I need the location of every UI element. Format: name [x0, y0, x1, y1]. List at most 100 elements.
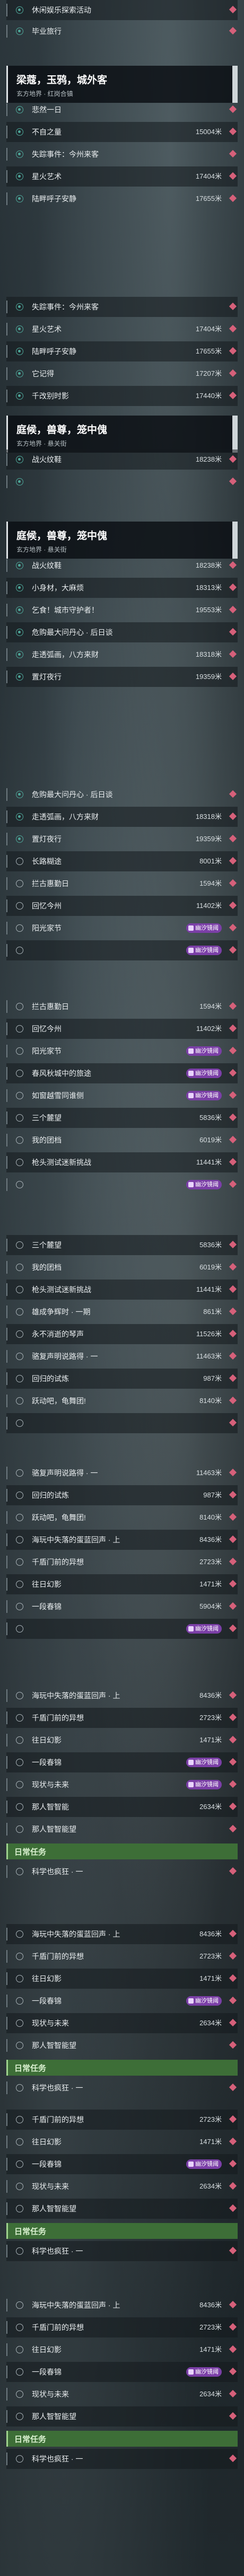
quest-row[interactable]: 三个麓望 5836米	[6, 1108, 238, 1128]
quest-row[interactable]	[6, 472, 238, 492]
quest-row[interactable]: 置灯夜行 19359米	[6, 829, 238, 849]
quest-row[interactable]: 危购最大问丹心 · 后日谈	[6, 784, 238, 805]
diamond-icon[interactable]	[229, 302, 237, 311]
quest-row[interactable]: 雄成争辉时 · 一期 861米	[6, 1302, 238, 1322]
quest-row[interactable]: 乞食！城市守护者！ 19553米	[6, 600, 238, 620]
diamond-icon[interactable]	[229, 1135, 237, 1144]
diamond-icon[interactable]	[229, 1802, 237, 1811]
diamond-icon[interactable]	[229, 650, 237, 658]
diamond-icon[interactable]	[229, 1735, 237, 1744]
quest-row[interactable]: 星火艺术 17404米	[6, 166, 238, 187]
diamond-icon[interactable]	[229, 105, 237, 113]
diamond-icon[interactable]	[229, 790, 237, 798]
quest-row[interactable]: 现状与未来 2634米	[6, 2013, 238, 2033]
diamond-icon[interactable]	[229, 857, 237, 865]
diamond-icon[interactable]	[229, 879, 237, 887]
diamond-icon[interactable]	[229, 5, 237, 14]
diamond-icon[interactable]	[229, 2367, 237, 2376]
diamond-icon[interactable]	[229, 1867, 237, 1875]
diamond-icon[interactable]	[229, 2412, 237, 2420]
quest-row[interactable]: 那人智智能望	[6, 2406, 238, 2427]
quest-row[interactable]: 现状与未来 幽汐镜阈	[6, 1775, 238, 1795]
diamond-icon[interactable]	[229, 2323, 237, 2331]
diamond-icon[interactable]	[229, 946, 237, 954]
diamond-icon[interactable]	[229, 2041, 237, 2049]
quest-row[interactable]: 千改别时影 17440米	[6, 386, 238, 406]
quest-row[interactable]: 往日幻影 1471米	[6, 1574, 238, 1594]
quest-row[interactable]: 悲然一日	[6, 100, 238, 120]
quest-row[interactable]: 一段春锦 幽汐镜阈	[6, 2362, 238, 2382]
quest-row[interactable]	[6, 1413, 238, 1433]
quest-row[interactable]: 枪头测试迷新挑战 11441米	[6, 1152, 238, 1172]
diamond-icon[interactable]	[229, 2345, 237, 2353]
quest-row[interactable]: 陆畔呼子安静 17655米	[6, 341, 238, 361]
diamond-icon[interactable]	[229, 1046, 237, 1055]
diamond-icon[interactable]	[229, 149, 237, 158]
quest-row[interactable]: 骆复声明说路得 · 一 11463米	[6, 1463, 238, 1483]
quest-row[interactable]: 走透弧画，八方来财 18318米	[6, 807, 238, 827]
diamond-icon[interactable]	[229, 1091, 237, 1099]
quest-row[interactable]: 幽汐镜阈	[6, 1175, 238, 1195]
quest-row[interactable]: 那人智智能 2634米	[6, 1797, 238, 1817]
diamond-icon[interactable]	[229, 2159, 237, 2168]
quest-row[interactable]: 战火纹鞋 18238米	[6, 555, 238, 576]
quest-row[interactable]: 千盾门前的异想 2723米	[6, 1552, 238, 1572]
quest-row[interactable]: 一段春锦 5904米	[6, 1596, 238, 1617]
quest-row[interactable]: 千盾门前的异想 2723米	[6, 2317, 238, 2337]
diamond-icon[interactable]	[229, 324, 237, 333]
diamond-icon[interactable]	[229, 27, 237, 35]
diamond-icon[interactable]	[229, 1468, 237, 1477]
quest-row[interactable]: 不自之量 15004米	[6, 122, 238, 142]
quest-row[interactable]: 拦古惠勤日 1594米	[6, 874, 238, 894]
diamond-icon[interactable]	[229, 1624, 237, 1633]
quest-row[interactable]: 失踪事件：今州来客	[6, 297, 238, 317]
quest-row[interactable]: 陆畔呼子安静 17655米	[6, 189, 238, 209]
quest-row[interactable]: 休闲娱乐探索活动	[6, 0, 238, 20]
quest-row[interactable]: 海玩中失落的蛋蓝回声 · 上 8436米	[6, 2295, 238, 2315]
diamond-icon[interactable]	[229, 1557, 237, 1566]
diamond-icon[interactable]	[229, 583, 237, 592]
quest-row[interactable]: 如窗越雪同谁侧 幽汐镜阈	[6, 1086, 238, 1106]
diamond-icon[interactable]	[229, 2300, 237, 2309]
diamond-icon[interactable]	[229, 1513, 237, 1521]
diamond-icon[interactable]	[229, 391, 237, 400]
diamond-icon[interactable]	[229, 1263, 237, 1271]
diamond-icon[interactable]	[229, 477, 237, 486]
quest-row[interactable]: 它记得 17207米	[6, 364, 238, 384]
diamond-icon[interactable]	[229, 1069, 237, 1077]
diamond-icon[interactable]	[229, 2115, 237, 2123]
quest-row[interactable]: 跃动吧，龟舞团! 8140米	[6, 1507, 238, 1528]
diamond-icon[interactable]	[229, 1602, 237, 1610]
quest-row[interactable]: 小身材，大麻烦 18313米	[6, 578, 238, 598]
diamond-icon[interactable]	[229, 1535, 237, 1543]
diamond-icon[interactable]	[229, 2018, 237, 2027]
diamond-icon[interactable]	[229, 605, 237, 614]
quest-row[interactable]: 春风秋城中的旅途 幽汐镜阈	[6, 1063, 238, 1083]
quest-row[interactable]: 长路糊途 8001米	[6, 851, 238, 871]
quest-row[interactable]: 往日幻影 1471米	[6, 1730, 238, 1750]
quest-row[interactable]: 阳光家节 幽汐镜阈	[6, 918, 238, 938]
diamond-icon[interactable]	[229, 1024, 237, 1033]
quest-row[interactable]: 危购最大问丹心 · 后日谈	[6, 622, 238, 642]
diamond-icon[interactable]	[229, 1490, 237, 1499]
quest-row[interactable]: 一段春锦 幽汐镜阈	[6, 1991, 238, 2011]
quest-row[interactable]: 三个麓望 5836米	[6, 1235, 238, 1255]
quest-row[interactable]: 永不消逝的琴声 11526米	[6, 1324, 238, 1344]
diamond-icon[interactable]	[229, 1285, 237, 1293]
quest-row[interactable]: 枪头测试迷新挑战 11441米	[6, 1280, 238, 1300]
diamond-icon[interactable]	[229, 194, 237, 202]
quest-row[interactable]: 走透弧画，八方来财 18318米	[6, 645, 238, 665]
diamond-icon[interactable]	[229, 1113, 237, 1122]
quest-row[interactable]: 回归的试炼 987米	[6, 1485, 238, 1505]
quest-row[interactable]: 失踪事件：今州来客	[6, 144, 238, 164]
quest-row[interactable]: 科学也疯狂 · 一	[6, 1862, 238, 1882]
diamond-icon[interactable]	[229, 628, 237, 636]
diamond-icon[interactable]	[229, 1374, 237, 1382]
quest-row[interactable]: 千盾门前的异想 2723米	[6, 1946, 238, 1966]
diamond-icon[interactable]	[229, 812, 237, 821]
diamond-icon[interactable]	[229, 2389, 237, 2398]
diamond-icon[interactable]	[229, 1974, 237, 1982]
diamond-icon[interactable]	[229, 1002, 237, 1010]
quest-row[interactable]: 科学也疯狂 · 一	[6, 2449, 238, 2469]
quest-row[interactable]: 现状与未来 2634米	[6, 2176, 238, 2196]
